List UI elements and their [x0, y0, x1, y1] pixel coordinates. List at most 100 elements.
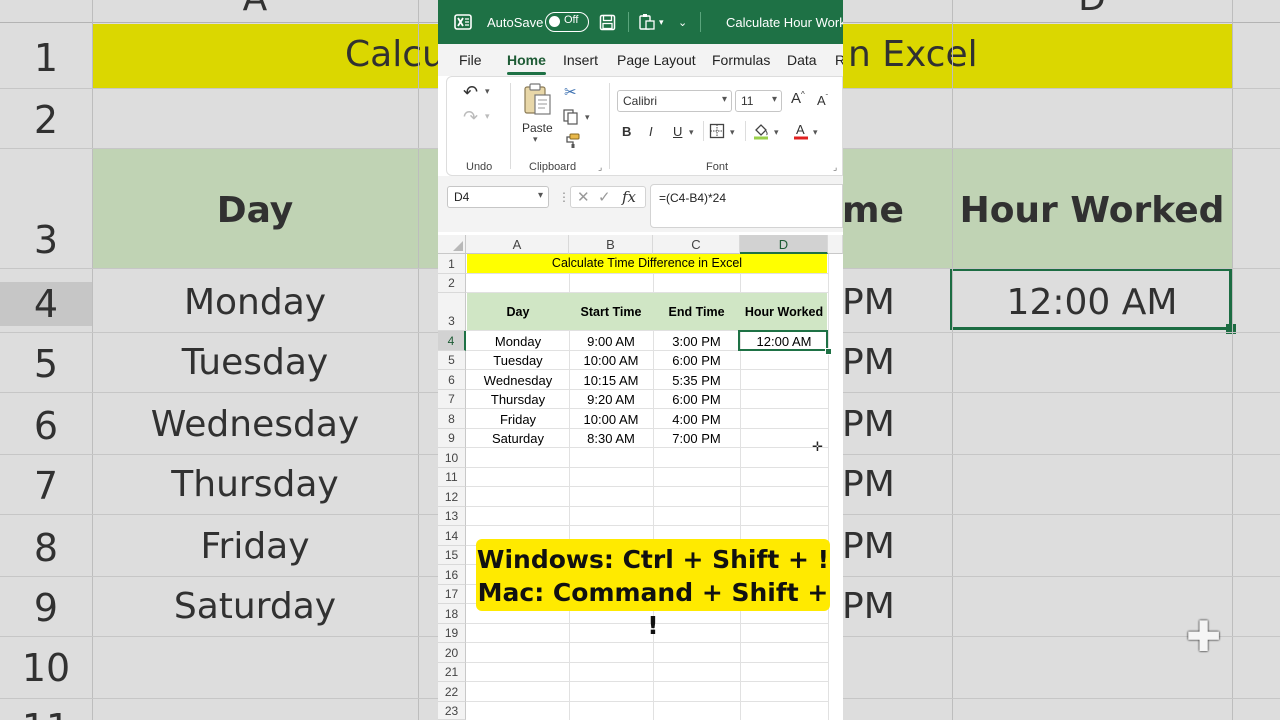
- row-header-11[interactable]: 11: [438, 468, 466, 487]
- row-header-16[interactable]: 16: [438, 565, 466, 585]
- row-header-3[interactable]: 3: [438, 293, 466, 331]
- column-header-d[interactable]: D: [740, 235, 828, 254]
- format-painter-icon[interactable]: [564, 133, 580, 152]
- shrink-font-button[interactable]: Aˇ: [817, 93, 828, 108]
- fill-color-dropdown-icon[interactable]: ▾: [774, 127, 779, 138]
- cell-end-row-5[interactable]: 6:00 PM: [653, 353, 740, 368]
- select-all-corner[interactable]: [438, 235, 466, 254]
- fill-handle[interactable]: [825, 348, 832, 355]
- paste-label[interactable]: Paste: [522, 121, 553, 135]
- insert-function-icon[interactable]: fx: [622, 188, 636, 206]
- cell-day-row-9[interactable]: Saturday: [467, 431, 569, 446]
- cancel-icon[interactable]: ✕: [577, 188, 590, 206]
- cell-start-row-6[interactable]: 10:15 AM: [569, 373, 653, 388]
- row-header-19[interactable]: 19: [438, 624, 466, 643]
- row-header-15[interactable]: 15: [438, 546, 466, 565]
- row-header-10[interactable]: 10: [438, 448, 466, 468]
- sheet-title-cell[interactable]: Calculate Time Difference in Excel: [467, 254, 827, 273]
- row-header-4[interactable]: 4: [438, 331, 466, 351]
- row-header-13[interactable]: 13: [438, 507, 466, 526]
- paste-options-icon[interactable]: ▾: [638, 0, 664, 44]
- header-start-time[interactable]: Start Time: [569, 305, 653, 319]
- row-header-7[interactable]: 7: [438, 390, 466, 409]
- copy-dropdown-icon[interactable]: ▾: [585, 112, 590, 123]
- grow-font-label: A: [791, 90, 802, 107]
- clipboard-launcher-icon[interactable]: ⌟: [598, 162, 602, 173]
- font-color-icon[interactable]: A: [793, 122, 809, 143]
- row-header-12[interactable]: 12: [438, 487, 466, 507]
- grow-font-button[interactable]: A^: [791, 90, 805, 107]
- cell-start-row-4[interactable]: 9:00 AM: [569, 334, 653, 349]
- header-end-time[interactable]: End Time: [653, 305, 740, 319]
- row-header-14[interactable]: 14: [438, 526, 466, 546]
- column-header-c[interactable]: C: [653, 235, 740, 254]
- cell-end-row-9[interactable]: 7:00 PM: [653, 431, 740, 446]
- redo-dropdown-icon[interactable]: ▾: [485, 111, 490, 122]
- cell-day-row-7[interactable]: Thursday: [467, 392, 569, 407]
- font-color-dropdown-icon[interactable]: ▾: [813, 127, 818, 138]
- borders-icon[interactable]: [709, 123, 725, 142]
- undo-dropdown-icon[interactable]: ▾: [485, 86, 490, 97]
- row-header-17[interactable]: 17: [438, 585, 466, 604]
- header-hour-worked[interactable]: Hour Worked: [740, 305, 828, 319]
- row-header-5[interactable]: 5: [438, 351, 466, 370]
- cell-end-row-4[interactable]: 3:00 PM: [653, 334, 740, 349]
- bold-button[interactable]: B: [622, 124, 631, 139]
- undo-icon[interactable]: ↶: [463, 82, 478, 103]
- tab-formulas[interactable]: Formulas: [712, 52, 770, 68]
- more-options-icon[interactable]: ⋮: [558, 190, 570, 204]
- row-header-6[interactable]: 6: [438, 370, 466, 390]
- tab-file[interactable]: File: [459, 52, 482, 68]
- enter-icon[interactable]: ✓: [598, 188, 611, 206]
- row-header-2[interactable]: 2: [438, 274, 466, 293]
- autosave-toggle[interactable]: Off: [545, 0, 589, 44]
- row-header-21[interactable]: 21: [438, 663, 466, 682]
- font-size-dropdown[interactable]: 11 ▾: [735, 90, 782, 112]
- font-launcher-icon[interactable]: ⌟: [833, 162, 837, 173]
- italic-button[interactable]: I: [649, 124, 653, 139]
- column-header-e-partial[interactable]: [828, 235, 843, 254]
- cell-start-row-9[interactable]: 8:30 AM: [569, 431, 653, 446]
- cell-day-row-4[interactable]: Monday: [467, 334, 569, 349]
- cell-day-row-8[interactable]: Friday: [467, 412, 569, 427]
- header-day[interactable]: Day: [467, 305, 569, 319]
- cell-start-row-8[interactable]: 10:00 AM: [569, 412, 653, 427]
- name-box[interactable]: D4 ▾: [447, 186, 549, 208]
- cell-end-row-8[interactable]: 4:00 PM: [653, 412, 740, 427]
- font-name-dropdown[interactable]: Calibri ▾: [617, 90, 732, 112]
- row-header-20[interactable]: 20: [438, 643, 466, 663]
- column-header-b[interactable]: B: [569, 235, 653, 254]
- tab-review-partial[interactable]: R: [835, 52, 843, 68]
- row-header-1[interactable]: 1: [438, 254, 466, 274]
- tab-insert[interactable]: Insert: [563, 52, 598, 68]
- row-header-9[interactable]: 9: [438, 429, 466, 448]
- paste-icon[interactable]: [521, 82, 553, 119]
- ribbon-home: ↶ ▾ ↷ ▾ Undo Paste ▾ ✂ ▾ Clipboard ⌟ Cal…: [446, 76, 843, 176]
- cell-day-row-5[interactable]: Tuesday: [467, 353, 569, 368]
- cell-start-row-7[interactable]: 9:20 AM: [569, 392, 653, 407]
- customize-toolbar-icon[interactable]: ⌄: [678, 0, 687, 44]
- row-header-22[interactable]: 22: [438, 682, 466, 702]
- row-header-23[interactable]: 23: [438, 702, 466, 720]
- column-header-a[interactable]: A: [466, 235, 569, 254]
- copy-icon[interactable]: [563, 109, 579, 128]
- cell-end-row-6[interactable]: 5:35 PM: [653, 373, 740, 388]
- tab-home[interactable]: Home: [507, 52, 546, 75]
- underline-dropdown-icon[interactable]: ▾: [689, 127, 694, 138]
- row-header-8[interactable]: 8: [438, 409, 466, 429]
- underline-button[interactable]: U: [673, 124, 682, 139]
- cell-start-row-5[interactable]: 10:00 AM: [569, 353, 653, 368]
- save-icon[interactable]: [599, 0, 616, 44]
- borders-dropdown-icon[interactable]: ▾: [730, 127, 735, 138]
- tab-page-layout[interactable]: Page Layout: [617, 52, 696, 68]
- tab-data[interactable]: Data: [787, 52, 817, 68]
- shortcut-mac: Mac: Command + Shift + !: [477, 578, 829, 640]
- redo-icon[interactable]: ↷: [463, 107, 478, 128]
- row-header-18[interactable]: 18: [438, 604, 466, 624]
- cell-end-row-7[interactable]: 6:00 PM: [653, 392, 740, 407]
- cell-day-row-6[interactable]: Wednesday: [467, 373, 569, 388]
- formula-input[interactable]: =(C4-B4)*24: [650, 184, 843, 228]
- fill-color-icon[interactable]: [752, 122, 770, 143]
- cut-icon[interactable]: ✂: [564, 83, 577, 101]
- paste-dropdown-icon[interactable]: ▾: [533, 134, 538, 145]
